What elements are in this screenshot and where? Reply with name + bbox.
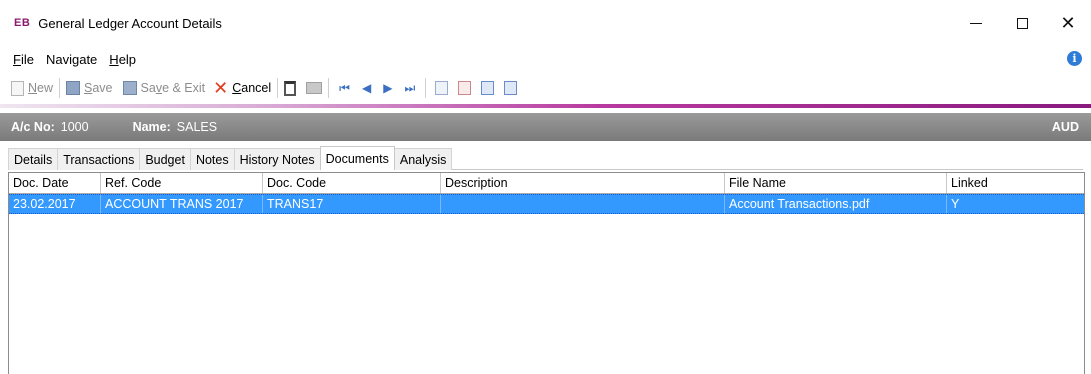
- menu-help[interactable]: Help: [109, 52, 136, 67]
- close-button[interactable]: ✕: [1045, 0, 1091, 46]
- cancel-x-icon: ✕: [213, 78, 229, 98]
- cell-ref-code: ACCOUNT TRANS 2017: [101, 195, 263, 213]
- minimize-button[interactable]: [953, 0, 999, 46]
- tab-history-notes[interactable]: History Notes: [233, 148, 321, 170]
- menu-navigate[interactable]: Navigate: [46, 52, 97, 67]
- cell-linked: Y: [951, 197, 960, 211]
- tab-notes[interactable]: Notes: [189, 148, 235, 170]
- copy-delete-icon[interactable]: [458, 81, 472, 95]
- print-button[interactable]: [304, 76, 324, 100]
- window-controls: ✕: [953, 0, 1091, 46]
- toolbar-separator: [59, 78, 61, 98]
- floppy-disk-icon: [66, 81, 81, 95]
- save-button[interactable]: Save: [64, 76, 115, 100]
- delete-button[interactable]: [282, 76, 298, 100]
- column-header-doc-date[interactable]: Doc. Date: [9, 173, 101, 193]
- tab-strip: Details Transactions Budget Notes Histor…: [8, 146, 453, 170]
- menu-file[interactable]: File: [13, 52, 34, 67]
- currency-code: AUD: [1051, 120, 1079, 134]
- app-logo: EB: [14, 17, 31, 29]
- previous-record-icon[interactable]: ◀: [362, 81, 371, 95]
- last-record-icon[interactable]: ⏭: [404, 81, 415, 96]
- account-header: A/c No: 1000 Name: SALES AUD: [0, 113, 1091, 141]
- column-header-doc-code[interactable]: Doc. Code: [263, 173, 441, 193]
- grid-header: Doc. Date Ref. Code Doc. Code Descriptio…: [9, 173, 1084, 194]
- export-icon[interactable]: [504, 81, 518, 95]
- import-icon[interactable]: [481, 81, 495, 95]
- account-number-label: A/c No:: [11, 120, 55, 134]
- window-title: General Ledger Account Details: [38, 15, 222, 31]
- documents-grid: Doc. Date Ref. Code Doc. Code Descriptio…: [8, 172, 1085, 374]
- save-exit-icon: [122, 81, 137, 95]
- trash-icon: [284, 80, 297, 96]
- cell-doc-date: 23.02.2017: [9, 195, 101, 213]
- tab-analysis[interactable]: Analysis: [393, 148, 453, 170]
- info-icon[interactable]: i: [1067, 51, 1082, 66]
- tab-budget[interactable]: Budget: [139, 148, 191, 170]
- column-header-linked[interactable]: Linked: [947, 173, 1084, 193]
- tab-details[interactable]: Details: [8, 148, 59, 170]
- cell-file-name: Account Transactions.pdf: [725, 195, 947, 213]
- column-header-description[interactable]: Description: [441, 173, 725, 193]
- next-record-icon[interactable]: ▶: [383, 81, 392, 95]
- copy-icon[interactable]: [435, 81, 449, 95]
- first-record-icon[interactable]: ⏮: [339, 81, 350, 96]
- tab-documents[interactable]: Documents: [319, 146, 395, 170]
- account-name-label: Name:: [132, 120, 171, 134]
- close-icon: ✕: [1060, 13, 1076, 33]
- account-number-value: 1000: [60, 120, 89, 134]
- table-row[interactable]: 23.02.2017 ACCOUNT TRANS 2017 TRANS17 Ac…: [9, 194, 1084, 214]
- cell-description: [441, 195, 725, 213]
- minimize-icon: [970, 22, 982, 24]
- printer-icon: [306, 82, 323, 94]
- title-bar: EB General Ledger Account Details ✕: [0, 0, 1091, 46]
- account-name-value: SALES: [176, 120, 218, 134]
- cancel-button[interactable]: ✕ Cancel: [211, 76, 273, 100]
- maximize-icon: [1016, 17, 1028, 29]
- toolbar: New Save Sa v e & Exit ✕ Cancel ⏮ ◀ ▶ ⏭: [0, 72, 1091, 104]
- accent-divider: [0, 104, 1091, 108]
- maximize-button[interactable]: [999, 0, 1045, 46]
- new-document-icon: [11, 80, 24, 96]
- save-exit-button[interactable]: Sa v e & Exit: [121, 76, 208, 100]
- cell-doc-code: TRANS17: [263, 195, 441, 213]
- toolbar-separator: [425, 78, 427, 98]
- new-button[interactable]: New: [9, 76, 55, 100]
- toolbar-separator: [277, 78, 279, 98]
- tab-transactions[interactable]: Transactions: [57, 148, 141, 170]
- toolbar-separator: [328, 78, 330, 98]
- menu-bar: File Navigate Help i: [0, 46, 1091, 72]
- column-header-ref-code[interactable]: Ref. Code: [101, 173, 263, 193]
- column-header-file-name[interactable]: File Name: [725, 173, 947, 193]
